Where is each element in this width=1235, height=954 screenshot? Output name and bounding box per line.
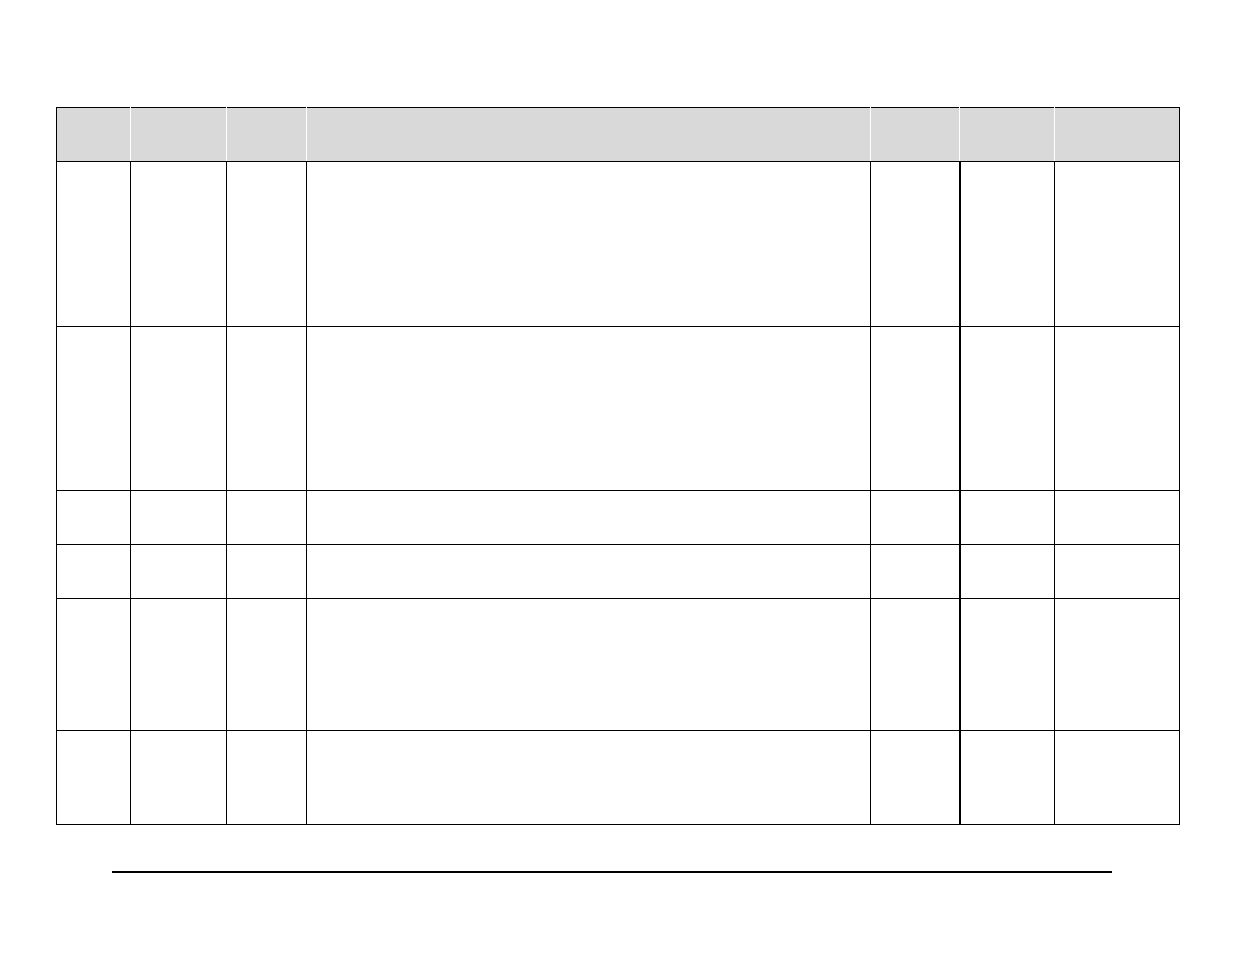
table-cell xyxy=(307,545,871,599)
table-row xyxy=(57,491,1180,545)
table-cell xyxy=(57,327,131,491)
table-header-cell xyxy=(960,108,1055,162)
table-cell xyxy=(57,491,131,545)
table-cell xyxy=(131,545,227,599)
table-row xyxy=(57,599,1180,731)
table-header-cell xyxy=(1055,108,1180,162)
table-cell xyxy=(960,327,1055,491)
table-cell xyxy=(1055,731,1180,825)
table-cell xyxy=(871,545,960,599)
document-page xyxy=(0,0,1235,954)
table-header-cell xyxy=(57,108,131,162)
table-cell xyxy=(227,327,307,491)
table-row xyxy=(57,731,1180,825)
table-cell xyxy=(1055,491,1180,545)
table-cell xyxy=(57,162,131,327)
table-row xyxy=(57,327,1180,491)
table-cell xyxy=(131,491,227,545)
table-cell xyxy=(57,599,131,731)
table-cell xyxy=(131,162,227,327)
table-cell xyxy=(307,327,871,491)
table-cell xyxy=(307,162,871,327)
table-header-cell xyxy=(227,108,307,162)
table-cell xyxy=(307,599,871,731)
table-header-cell xyxy=(307,108,871,162)
table-cell xyxy=(1055,162,1180,327)
table-cell xyxy=(960,545,1055,599)
table-cell xyxy=(871,731,960,825)
table-cell xyxy=(307,491,871,545)
table-header-cell xyxy=(131,108,227,162)
table-cell xyxy=(960,599,1055,731)
table-row xyxy=(57,545,1180,599)
table-row xyxy=(57,162,1180,327)
footer-divider xyxy=(112,871,1112,873)
table-cell xyxy=(960,491,1055,545)
main-table xyxy=(56,107,1180,825)
table-cell xyxy=(307,731,871,825)
table-cell xyxy=(227,491,307,545)
table-cell xyxy=(131,327,227,491)
table-cell xyxy=(1055,599,1180,731)
table-cell xyxy=(227,545,307,599)
table-cell xyxy=(57,545,131,599)
table-cell xyxy=(227,162,307,327)
table-cell xyxy=(131,599,227,731)
table-header-row xyxy=(57,108,1180,162)
table-cell xyxy=(871,491,960,545)
table-cell xyxy=(960,162,1055,327)
table-cell xyxy=(227,599,307,731)
table-cell xyxy=(1055,545,1180,599)
table-cell xyxy=(871,327,960,491)
table-cell xyxy=(57,731,131,825)
table-cell xyxy=(960,731,1055,825)
table-cell xyxy=(1055,327,1180,491)
table-cell xyxy=(871,599,960,731)
table-header-cell xyxy=(871,108,960,162)
table-cell xyxy=(871,162,960,327)
table-cell xyxy=(131,731,227,825)
table-cell xyxy=(227,731,307,825)
